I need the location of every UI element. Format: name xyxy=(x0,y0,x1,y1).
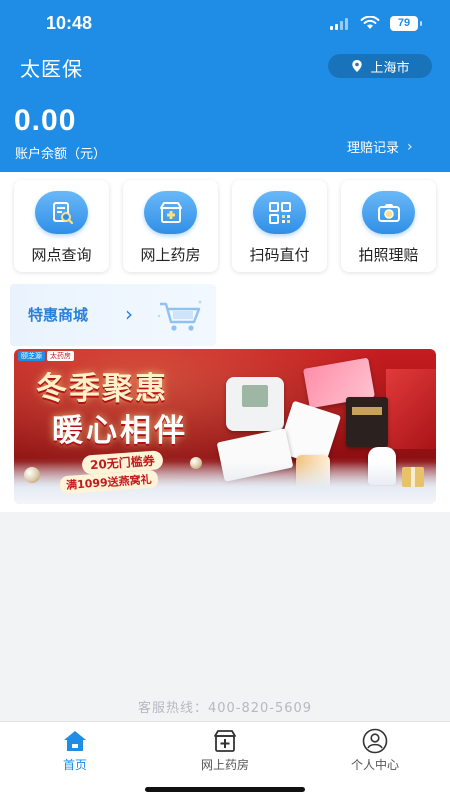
product-image xyxy=(346,397,388,447)
shopping-cart-icon xyxy=(157,300,202,331)
ornament-image xyxy=(24,467,40,483)
quick-action-photo-claim[interactable]: 拍照理赔 xyxy=(341,180,436,272)
banner-title-line2: 暖心相伴 xyxy=(52,413,188,449)
search-document-icon xyxy=(35,191,88,234)
camera-icon xyxy=(362,191,415,234)
gift-box-image xyxy=(386,369,436,449)
app-title: 太医保 xyxy=(20,57,83,81)
wifi-icon xyxy=(360,16,380,29)
banner-brand: 颐芝源 太药房 xyxy=(18,351,74,361)
quick-action-label: 网上药房 xyxy=(140,246,201,264)
chevron-right-icon: › xyxy=(125,302,133,326)
tab-online-pharmacy[interactable]: 网上药房 xyxy=(170,728,280,776)
status-bar: 10:48 79 xyxy=(0,0,450,46)
header: 10:48 79 太医保 上海市 0.00 账户余额（元） 理赔记录 › xyxy=(0,0,450,172)
gift-box-image xyxy=(402,467,424,487)
quick-action-label: 网点查询 xyxy=(31,246,92,264)
battery-indicator: 79 xyxy=(390,16,422,31)
home-icon xyxy=(64,731,86,751)
special-mall-label: 特惠商城 xyxy=(28,306,89,324)
location-pin-icon xyxy=(352,60,363,72)
claims-record-link[interactable]: 理赔记录 › xyxy=(347,137,413,157)
balance-label: 账户余额（元） xyxy=(15,147,107,162)
claims-record-label: 理赔记录 xyxy=(347,141,400,156)
chevron-right-icon: › xyxy=(407,138,413,155)
customer-hotline[interactable]: 客服热线：400-820-5609 xyxy=(0,697,450,716)
tab-home[interactable]: 首页 xyxy=(20,728,130,776)
quick-action-scan-pay[interactable]: 扫码直付 xyxy=(232,180,327,272)
quick-action-online-pharmacy[interactable]: 网上药房 xyxy=(123,180,218,272)
pharmacy-icon xyxy=(214,730,236,752)
home-indicator xyxy=(145,787,305,792)
special-mall-card[interactable]: 特惠商城 › xyxy=(10,284,216,346)
qr-code-icon xyxy=(253,191,306,234)
ornament-image xyxy=(190,457,202,469)
balance-value: 0.00 xyxy=(14,104,77,137)
blood-pressure-monitor-image xyxy=(226,377,284,431)
status-time: 10:48 xyxy=(46,13,93,33)
tab-label: 首页 xyxy=(62,758,87,772)
banner-title-line1: 冬季聚惠 xyxy=(36,371,168,407)
tab-label: 网上药房 xyxy=(200,758,249,772)
signal-icon xyxy=(330,18,350,30)
pharmacy-icon xyxy=(144,191,197,234)
quick-action-label: 扫码直付 xyxy=(249,246,310,264)
person-icon xyxy=(362,728,388,754)
location-selector[interactable]: 上海市 xyxy=(328,54,432,78)
promo-banner[interactable]: 颐芝源 太药房 冬季聚惠 暖心相伴 20无门槛券 满1099送燕窝礼 xyxy=(14,349,436,504)
location-label: 上海市 xyxy=(370,60,410,76)
tab-label: 个人中心 xyxy=(350,758,399,772)
quick-action-outlet-search[interactable]: 网点查询 xyxy=(14,180,109,272)
quick-action-label: 拍照理赔 xyxy=(358,246,419,264)
tab-profile[interactable]: 个人中心 xyxy=(320,728,430,776)
